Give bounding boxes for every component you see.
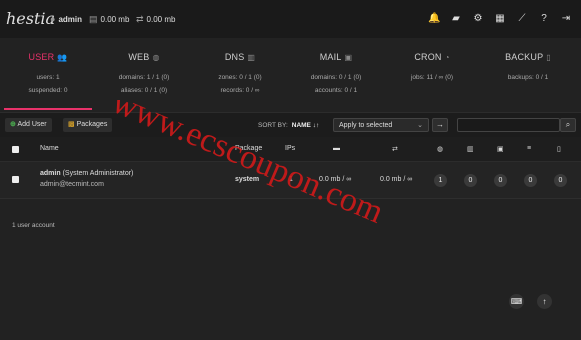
help-icon[interactable]: ? xyxy=(538,13,550,25)
mail-icon: ▣ xyxy=(344,53,353,62)
server-icon[interactable]: ▦ xyxy=(494,13,506,25)
file-icon: ▯ xyxy=(546,53,551,62)
keyboard-shortcuts-button[interactable]: ⌨ xyxy=(509,294,524,309)
tab-user[interactable]: USER 👥 users: 1 suspended: 0 xyxy=(0,38,96,110)
database-icon: ≡ xyxy=(527,145,532,152)
watermark-text: www.ecscoupon.com xyxy=(107,100,389,231)
bandwidth-usage: ⇄ 0.00 mb xyxy=(136,14,176,24)
disk-icon: ▤ xyxy=(89,14,98,24)
row-checkbox[interactable] xyxy=(12,176,19,183)
search-button[interactable]: ⌕ xyxy=(560,118,576,132)
user-count-label: 1 user account xyxy=(12,222,55,229)
globe-icon: ◍ xyxy=(152,53,160,62)
box-icon: ▩ xyxy=(68,121,75,128)
username-label: admin xyxy=(58,15,82,24)
backup-count-badge: 0 xyxy=(554,174,567,187)
column-name[interactable]: Name xyxy=(40,145,59,152)
watermark: www.ecscoupon.com xyxy=(107,100,389,231)
disk-usage: ▤ 0.00 mb xyxy=(89,14,130,24)
active-tab-indicator xyxy=(4,108,92,110)
keyboard-icon: ⌨ xyxy=(510,297,523,306)
book-icon: ▥ xyxy=(247,53,256,62)
scroll-top-button[interactable]: ↑ xyxy=(537,294,552,309)
folder-icon[interactable]: ▰ xyxy=(450,13,462,25)
user-email: admin@tecmint.com xyxy=(40,181,104,188)
swap-icon: ⇄ xyxy=(136,14,144,24)
search-icon: ⌕ xyxy=(565,120,571,129)
hestia-logo[interactable]: hestia xyxy=(6,9,55,28)
top-bar: hestia ● admin ▤ 0.00 mb ⇄ 0.00 mb 🔔 ▰ ⚙ ▦ … xyxy=(0,0,581,39)
plus-icon: ⊕ xyxy=(10,121,16,128)
gear-icon[interactable]: ⚙ xyxy=(472,13,484,25)
chart-icon[interactable]: ⟋ xyxy=(516,13,528,25)
user-icon: ● xyxy=(50,14,56,24)
file-icon: ▯ xyxy=(557,146,561,153)
select-all-checkbox[interactable] xyxy=(12,146,19,153)
clock-icon: ◔ xyxy=(444,53,450,62)
arrow-up-icon: ↑ xyxy=(542,297,547,306)
add-user-button[interactable]: ⊕ Add User xyxy=(5,118,52,132)
users-icon: 👥 xyxy=(57,53,68,62)
user-indicator[interactable]: ● admin xyxy=(50,14,82,24)
bell-icon[interactable]: 🔔 xyxy=(428,13,440,25)
logout-icon[interactable]: ⇥ xyxy=(560,13,572,25)
db-count-badge: 0 xyxy=(524,174,537,187)
